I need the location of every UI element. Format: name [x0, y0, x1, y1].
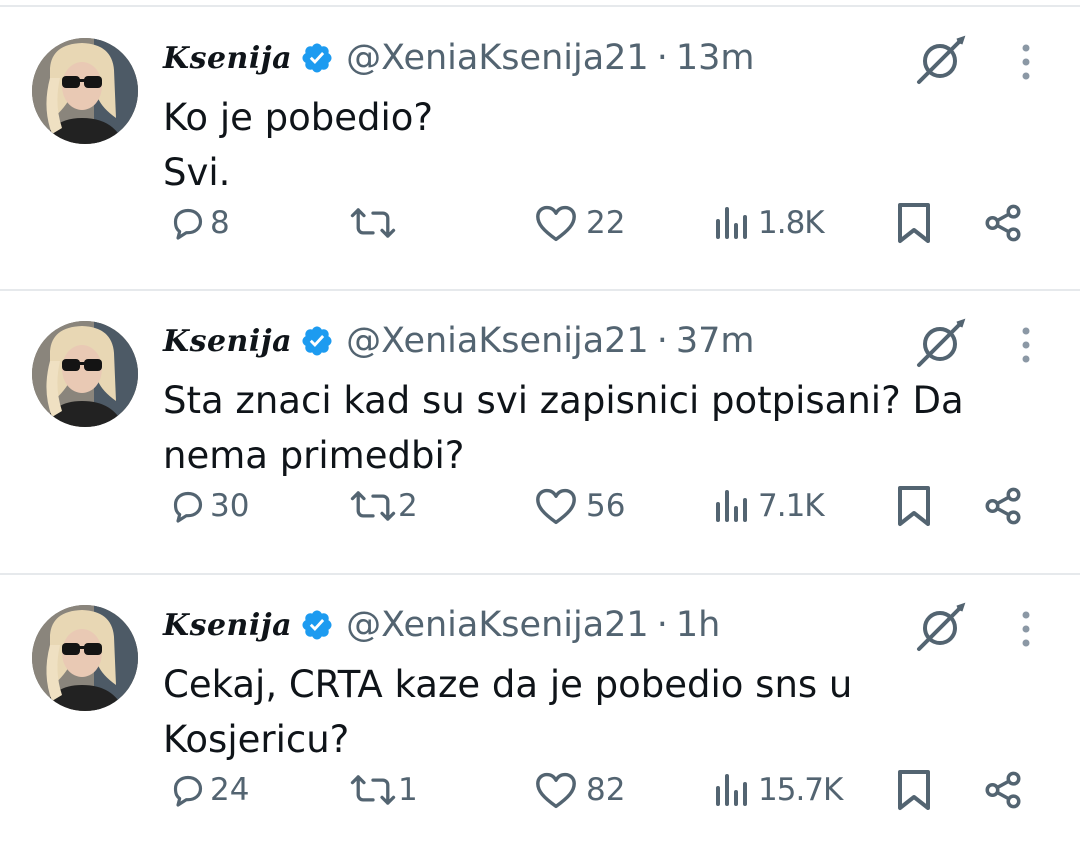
verified-badge-icon — [300, 41, 334, 75]
share-icon — [985, 204, 1021, 242]
share-button[interactable] — [982, 765, 1024, 815]
views-chart-icon — [716, 490, 747, 522]
reply-bubble-icon — [173, 775, 203, 807]
user-handle[interactable]: @XeniaKsenija21 — [346, 321, 649, 361]
timestamp[interactable]: 1h — [676, 605, 720, 645]
view-count: 1.8K — [758, 205, 825, 241]
reply-count: 8 — [210, 205, 230, 241]
divider — [0, 5, 1080, 7]
avatar[interactable] — [32, 321, 138, 427]
tweet-header: Ksenija @XeniaKsenija21 · 13m — [163, 33, 754, 83]
action-bar: 30 2 56 7.1K — [0, 481, 1080, 531]
view-count: 7.1K — [758, 488, 825, 524]
repost-button[interactable]: 2 — [350, 481, 418, 531]
display-name[interactable]: Ksenija — [163, 324, 292, 359]
views-button[interactable]: 7.1K — [712, 481, 825, 531]
share-icon — [985, 771, 1021, 809]
reply-button[interactable]: 30 — [168, 481, 249, 531]
heart-icon — [536, 205, 576, 242]
bookmark-icon — [898, 486, 930, 526]
bookmark-icon — [898, 203, 930, 243]
action-bar: 8 22 1.8K — [0, 198, 1080, 248]
repost-button[interactable] — [350, 198, 398, 248]
reply-bubble-icon — [173, 208, 203, 240]
repost-button[interactable]: 1 — [350, 765, 418, 815]
repost-icon — [350, 208, 396, 238]
tweet-text: Sta znaci kad su svi zapisnici potpisani… — [163, 379, 964, 477]
timestamp[interactable]: 13m — [676, 38, 755, 78]
user-handle[interactable]: @XeniaKsenija21 — [346, 605, 649, 645]
bookmark-icon — [898, 770, 930, 810]
share-button[interactable] — [982, 481, 1024, 531]
like-count: 82 — [586, 772, 626, 808]
bookmark-button[interactable] — [896, 765, 932, 815]
like-button[interactable]: 22 — [534, 198, 625, 248]
like-button[interactable]: 56 — [534, 481, 625, 531]
share-button[interactable] — [982, 198, 1024, 248]
tweet[interactable]: Ksenija @XeniaKsenija21 · 1h Cekaj, CRTA… — [0, 575, 1080, 857]
tweet-header: Ksenija @XeniaKsenija21 · 1h — [163, 600, 720, 650]
view-count: 15.7K — [758, 772, 843, 808]
bookmark-button[interactable] — [896, 198, 932, 248]
more-vertical-icon[interactable] — [1012, 325, 1040, 365]
like-count: 22 — [586, 205, 626, 241]
share-icon — [985, 487, 1021, 525]
repost-icon — [350, 491, 396, 521]
reply-count: 24 — [210, 772, 250, 808]
grok-icon[interactable] — [913, 34, 969, 86]
repost-count: 2 — [398, 488, 418, 524]
repost-icon — [350, 775, 396, 805]
avatar[interactable] — [32, 605, 138, 711]
bookmark-button[interactable] — [896, 481, 932, 531]
heart-icon — [536, 488, 576, 525]
reply-count: 30 — [210, 488, 250, 524]
separator: · — [656, 38, 668, 78]
verified-badge-icon — [300, 324, 334, 358]
verified-badge-icon — [300, 608, 334, 642]
tweet-header: Ksenija @XeniaKsenija21 · 37m — [163, 316, 754, 366]
user-handle[interactable]: @XeniaKsenija21 — [346, 38, 649, 78]
tweet-feed: Ksenija @XeniaKsenija21 · 13m Ko je pobe… — [0, 0, 1080, 856]
tweet-text: Cekaj, CRTA kaze da je pobedio sns u Kos… — [163, 663, 853, 761]
display-name[interactable]: Ksenija — [163, 608, 292, 643]
more-vertical-icon[interactable] — [1012, 609, 1040, 649]
separator: · — [656, 321, 668, 361]
more-vertical-icon[interactable] — [1012, 42, 1040, 82]
reply-bubble-icon — [173, 491, 203, 523]
tweet[interactable]: Ksenija @XeniaKsenija21 · 37m Sta znaci … — [0, 291, 1080, 573]
repost-count: 1 — [398, 772, 418, 808]
tweet-text: Ko je pobedio? Svi. — [163, 96, 434, 194]
grok-icon[interactable] — [913, 601, 969, 653]
avatar[interactable] — [32, 38, 138, 144]
separator: · — [656, 605, 668, 645]
views-button[interactable]: 1.8K — [712, 198, 825, 248]
like-count: 56 — [586, 488, 626, 524]
timestamp[interactable]: 37m — [676, 321, 755, 361]
grok-icon[interactable] — [913, 317, 969, 369]
reply-button[interactable]: 8 — [168, 198, 230, 248]
display-name[interactable]: Ksenija — [163, 41, 292, 76]
reply-button[interactable]: 24 — [168, 765, 249, 815]
action-bar: 24 1 82 15.7K — [0, 765, 1080, 815]
tweet[interactable]: Ksenija @XeniaKsenija21 · 13m Ko je pobe… — [0, 8, 1080, 290]
views-button[interactable]: 15.7K — [712, 765, 843, 815]
views-chart-icon — [716, 207, 747, 239]
heart-icon — [536, 772, 576, 809]
like-button[interactable]: 82 — [534, 765, 625, 815]
views-chart-icon — [716, 774, 747, 806]
